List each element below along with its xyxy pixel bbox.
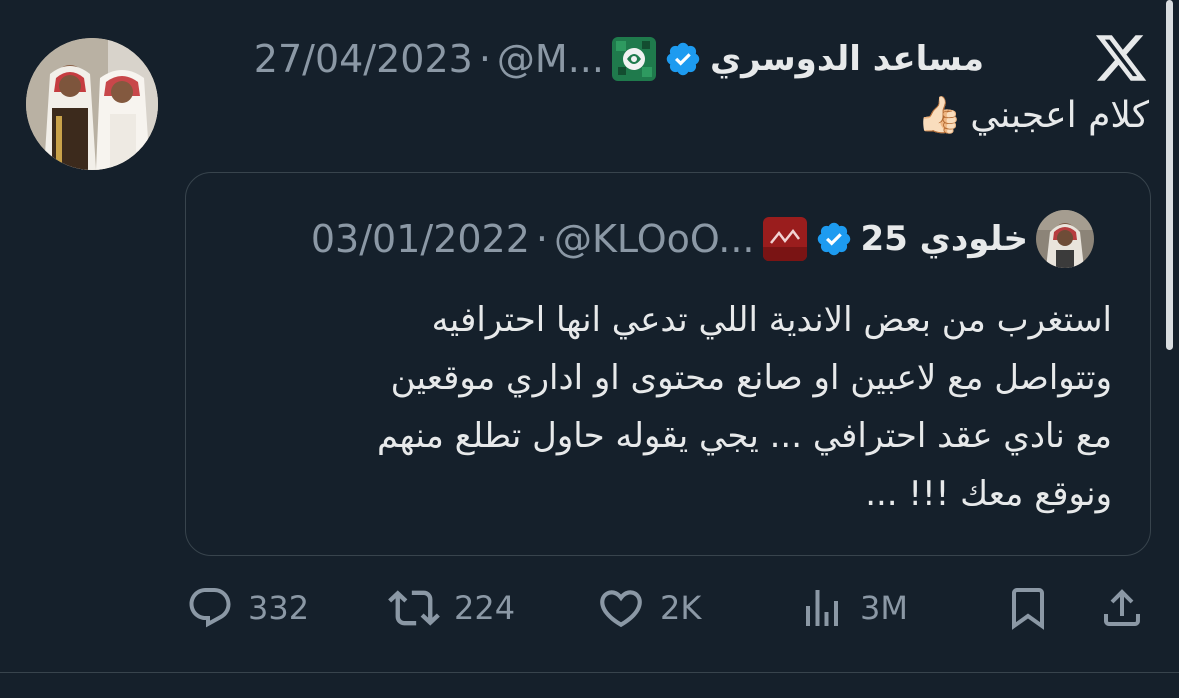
verified-badge-icon: [664, 40, 702, 78]
quoted-text-line: ونوقع معك !!! ...: [865, 474, 1112, 514]
action-bar: 332 224 2K 3M: [0, 580, 1179, 636]
reply-icon: [189, 588, 231, 628]
tweet-date[interactable]: 27/04/2023: [254, 37, 473, 81]
author-avatar[interactable]: [26, 38, 158, 170]
bookmark-button[interactable]: [1004, 580, 1052, 636]
quoted-text-line: مع نادي عقد احترافي ... يجي يقوله حاول ت…: [377, 416, 1112, 456]
x-logo-icon[interactable]: [1092, 30, 1150, 86]
quoted-tweet-header: خلودي 25 @KLOoO... · 03/01/2022: [311, 210, 1094, 268]
author-display-name[interactable]: مساعد الدوسري: [710, 39, 984, 79]
quoted-text-line: استغرب من بعض الاندية اللي تدعي انها احت…: [431, 300, 1112, 340]
scrollbar[interactable]: [1166, 0, 1173, 350]
quoted-avatar-photo: [1036, 210, 1094, 268]
share-button[interactable]: [1098, 580, 1146, 636]
tweet-card: مساعد الدوسري @M... · 27/04/2023 كلام اع…: [0, 0, 1179, 698]
heart-icon: [600, 590, 642, 628]
affiliation-badge-icon[interactable]: [611, 37, 656, 81]
repost-icon: [388, 590, 440, 626]
reply-count: 332: [248, 589, 310, 627]
quoted-text-line: وتتواصل مع لاعبين او صانع محتوى او اداري…: [390, 358, 1112, 398]
quoted-affiliation-badge-icon[interactable]: [762, 217, 807, 261]
quoted-tweet[interactable]: خلودي 25 @KLOoO... · 03/01/2022 استغرب م…: [185, 172, 1151, 556]
bottom-divider: [0, 672, 1179, 673]
views-icon: [806, 590, 838, 626]
share-icon: [1104, 589, 1140, 626]
author-handle[interactable]: @M...: [497, 37, 604, 81]
like-button[interactable]: 2K: [596, 580, 701, 636]
like-count: 2K: [660, 589, 702, 627]
quoted-author-handle[interactable]: @KLOoO...: [554, 217, 755, 261]
tweet-header: مساعد الدوسري @M... · 27/04/2023: [254, 34, 984, 84]
bookmark-icon: [1012, 588, 1044, 630]
thumbs-up-emoji: 👍🏻: [917, 95, 963, 136]
quoted-tweet-date[interactable]: 03/01/2022: [311, 217, 530, 261]
view-count: 3M: [860, 589, 908, 627]
repost-count: 224: [454, 589, 516, 627]
quoted-author-avatar[interactable]: [1036, 210, 1094, 268]
avatar-photo: [26, 38, 158, 170]
header-separator: ·: [478, 37, 491, 81]
views-button[interactable]: 3M: [798, 580, 908, 636]
quoted-tweet-text: استغرب من بعض الاندية اللي تدعي انها احت…: [232, 291, 1112, 523]
tweet-text: كلام اعجبني 👍🏻: [917, 94, 1149, 137]
reply-button[interactable]: 332: [186, 580, 309, 636]
quoted-verified-badge-icon: [815, 220, 853, 258]
tweet-text-body: كلام اعجبني: [970, 94, 1149, 136]
quoted-header-separator: ·: [535, 217, 548, 261]
quoted-author-display-name[interactable]: خلودي 25: [861, 219, 1028, 259]
repost-button[interactable]: 224: [388, 580, 515, 636]
